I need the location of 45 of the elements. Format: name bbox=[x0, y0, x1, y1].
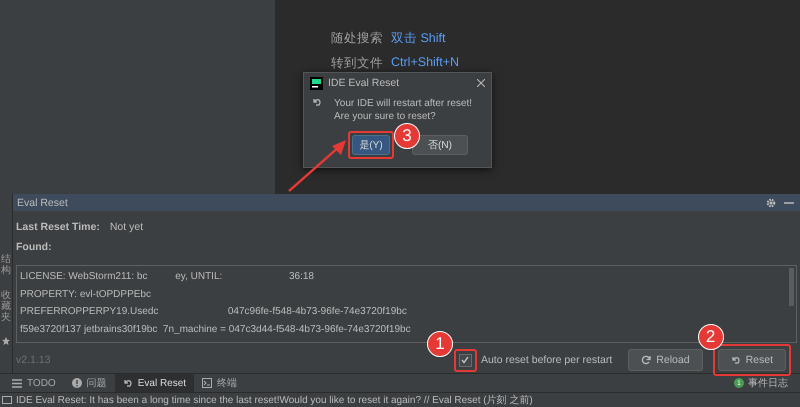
dialog-title: IDE Eval Reset bbox=[328, 77, 400, 89]
reload-button[interactable]: Reload bbox=[628, 349, 703, 371]
reset-button[interactable]: Reset bbox=[718, 349, 786, 371]
settings-icon[interactable] bbox=[766, 198, 776, 208]
found-line: f59e3720f137 jetbrains30f19bc 7n_machine = 047c3d44-f548-4b73-96fe-74e3720f19bc bbox=[20, 322, 411, 336]
side-tab[interactable]: 收藏夹 bbox=[1, 290, 11, 323]
scrollbar[interactable] bbox=[789, 268, 794, 306]
dialog-button[interactable]: 是(Y) bbox=[352, 135, 390, 155]
side-tab[interactable]: 结构 bbox=[1, 254, 11, 276]
close-icon[interactable] bbox=[477, 79, 485, 87]
status-message: IDE Eval Reset: It has been a long time since the last reset!Would you like to reset it again? // Eval Reset (片刻 之前) bbox=[16, 394, 533, 407]
tool-tab[interactable]: 问题 bbox=[64, 374, 115, 392]
message-icon[interactable] bbox=[2, 396, 12, 404]
found-line: LICENSE: WebStorm211: bc ey, UNTIL: 36:18 bbox=[20, 270, 314, 284]
checkbox-label: Auto reset before per restart bbox=[480, 354, 612, 366]
last-reset-label: Last Reset Time: bbox=[16, 221, 100, 233]
undo-icon bbox=[730, 355, 741, 365]
step-number-badge: 3 bbox=[394, 123, 420, 149]
tool-tab[interactable]: 终端 bbox=[194, 374, 246, 392]
info-icon bbox=[72, 378, 82, 388]
found-line: PROPERTY: evl-tOPDPPEbc bbox=[20, 288, 151, 302]
found-label: Found: bbox=[16, 241, 52, 253]
reload-icon bbox=[641, 355, 652, 365]
tool-tab[interactable]: TODO bbox=[4, 374, 64, 392]
dialog-message: Your IDE will restart after reset! bbox=[334, 97, 472, 110]
terminal-icon bbox=[202, 378, 212, 388]
dialog-button[interactable]: 否(N) bbox=[412, 135, 468, 155]
undo-icon bbox=[122, 378, 133, 388]
star-icon[interactable] bbox=[2, 337, 10, 345]
tool-tab[interactable]: Eval Reset bbox=[114, 374, 194, 392]
shortcut-text: Ctrl+Shift+N bbox=[391, 55, 460, 71]
hint-label: 转到文件 bbox=[331, 55, 383, 72]
found-line: PREFERROPPERPY19.Usedc 047c96fe-f548-4b73-96fe-74e3720f19bc bbox=[20, 305, 407, 319]
auto-reset-checkbox[interactable] bbox=[458, 354, 472, 366]
panel-title: Eval Reset bbox=[17, 196, 68, 208]
last-reset-value: Not yet bbox=[110, 221, 144, 233]
app-logo-icon bbox=[310, 76, 323, 90]
arrow-drawing bbox=[288, 140, 346, 192]
hint-label: 随处搜索 bbox=[331, 30, 383, 47]
undo-icon bbox=[312, 97, 322, 107]
event-log-link[interactable]: 事件日志 bbox=[748, 376, 788, 390]
list-icon bbox=[12, 378, 22, 388]
dialog-message: Are your sure to reset? bbox=[334, 110, 437, 123]
shortcut-text: 双击 Shift bbox=[391, 30, 446, 47]
check-icon bbox=[461, 356, 470, 364]
